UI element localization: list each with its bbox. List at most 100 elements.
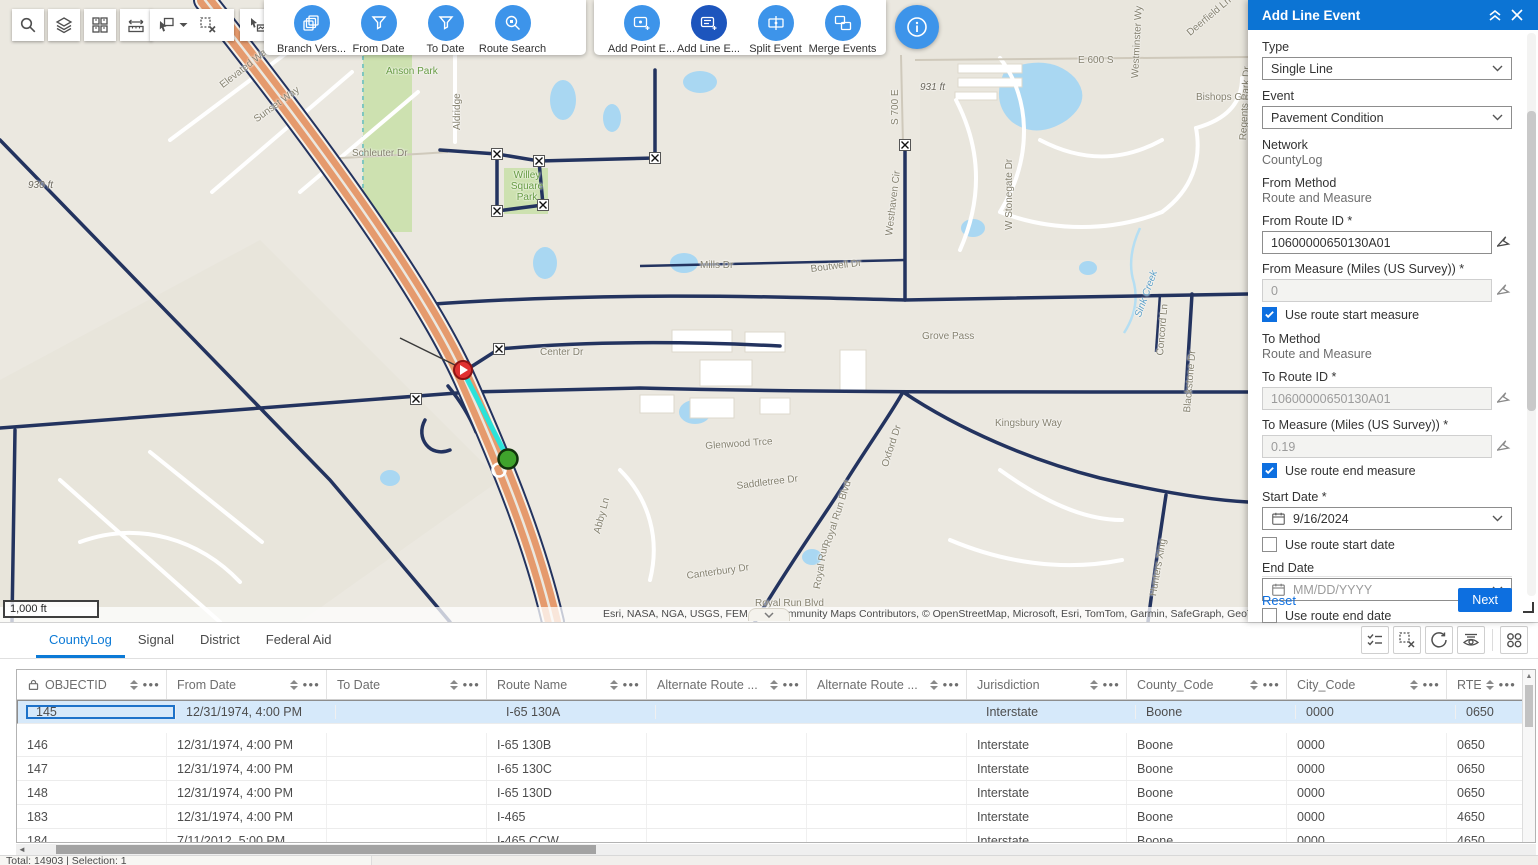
table-cell[interactable]: 12/31/1974, 4:00 PM — [167, 733, 327, 756]
table-row[interactable]: 14812/31/1974, 4:00 PM I-65 130D Interstat… — [17, 781, 1535, 805]
table-cell[interactable] — [807, 805, 967, 828]
split-event-button[interactable]: Split Event — [742, 5, 809, 55]
table-cell[interactable] — [807, 829, 967, 843]
layers-button[interactable] — [48, 9, 80, 41]
table-cell[interactable] — [327, 733, 487, 756]
sort-icon[interactable] — [610, 680, 618, 690]
refresh-button[interactable] — [1425, 626, 1453, 654]
column-header[interactable]: Alternate Route ...●●● — [807, 670, 967, 699]
pick-route-from-map-icon[interactable] — [1497, 235, 1512, 250]
sort-icon[interactable] — [1410, 680, 1418, 690]
tab-federal-aid[interactable]: Federal Aid — [253, 623, 345, 658]
toggle-columns-button[interactable] — [1457, 626, 1485, 654]
table-cell[interactable]: Interstate — [967, 829, 1127, 843]
close-panel-button[interactable] — [1506, 4, 1528, 26]
table-cell[interactable]: 148 — [17, 781, 167, 804]
column-header[interactable]: City_Code●●● — [1287, 670, 1447, 699]
clear-selection-button[interactable] — [192, 16, 224, 34]
table-cell[interactable]: 4650 — [1447, 829, 1523, 843]
table-cell[interactable]: 183 — [17, 805, 167, 828]
sort-icon[interactable] — [770, 680, 778, 690]
table-cell[interactable]: 0000 — [1296, 705, 1456, 719]
column-header[interactable]: Alternate Route ...●●● — [647, 670, 807, 699]
table-cell[interactable]: 0000 — [1287, 733, 1447, 756]
reset-button[interactable]: Reset — [1262, 593, 1296, 608]
to-route-id-input[interactable]: 10600000650130A01 — [1262, 387, 1492, 410]
table-cell[interactable]: I-465 CCW — [487, 829, 647, 843]
table-cell[interactable]: I-65 130C — [487, 757, 647, 780]
scroll-left-arrow[interactable]: ◄ — [16, 845, 28, 854]
from-measure-input[interactable]: 0 — [1262, 279, 1492, 302]
sort-icon[interactable] — [930, 680, 938, 690]
attribute-grid-button[interactable] — [1500, 626, 1528, 654]
table-cell[interactable]: 12/31/1974, 4:00 PM — [176, 705, 336, 719]
show-selection-button[interactable] — [1361, 626, 1389, 654]
table-cell[interactable]: 147 — [17, 757, 167, 780]
scrollbar-thumb[interactable] — [56, 845, 596, 854]
use-route-start-measure-checkbox[interactable]: Use route start measure — [1262, 307, 1512, 322]
pick-measure-from-map-icon[interactable] — [1497, 283, 1512, 298]
table-cell[interactable]: 0000 — [1287, 805, 1447, 828]
add-line-event-button[interactable]: Add Line E... — [675, 5, 742, 55]
table-cell[interactable]: I-65 130B — [487, 733, 647, 756]
search-button[interactable] — [12, 9, 44, 41]
sort-icon[interactable] — [1250, 680, 1258, 690]
table-cell[interactable] — [327, 781, 487, 804]
table-cell[interactable]: 0650 — [1456, 705, 1532, 719]
sort-icon[interactable] — [1090, 680, 1098, 690]
column-header[interactable]: RTEL●●● — [1447, 670, 1523, 699]
column-menu-icon[interactable]: ●●● — [1499, 680, 1517, 689]
column-header[interactable]: OBJECTID●●● — [17, 670, 167, 699]
table-cell[interactable]: Interstate — [967, 733, 1127, 756]
sort-icon[interactable] — [450, 680, 458, 690]
table-cell[interactable]: Boone — [1127, 829, 1287, 843]
pick-route-from-map-icon[interactable] — [1497, 391, 1512, 406]
select-button[interactable] — [150, 16, 192, 34]
table-row[interactable]: 14712/31/1974, 4:00 PMI-65 130CInterstat… — [17, 757, 1535, 781]
column-menu-icon[interactable]: ●●● — [143, 680, 161, 689]
table-cell[interactable]: Interstate — [976, 705, 1136, 719]
table-cell[interactable] — [647, 805, 807, 828]
column-header[interactable]: County_Code●●● — [1127, 670, 1287, 699]
table-cell[interactable]: Interstate — [967, 781, 1127, 804]
table-vertical-scrollbar[interactable]: ▲ — [1522, 670, 1535, 842]
table-cell[interactable]: 12/31/1974, 4:00 PM — [167, 781, 327, 804]
basemap-grid-button[interactable] — [84, 9, 116, 41]
use-route-end-measure-checkbox[interactable]: Use route end measure — [1262, 463, 1512, 478]
column-header[interactable]: To Date●●● — [327, 670, 487, 699]
event-select[interactable]: Pavement Condition — [1262, 106, 1512, 129]
table-cell[interactable]: 12/31/1974, 4:00 PM — [167, 805, 327, 828]
table-cell[interactable] — [807, 757, 967, 780]
table-cell[interactable]: 146 — [17, 733, 167, 756]
collapse-panel-button[interactable] — [1484, 4, 1506, 26]
panel-scrollbar[interactable] — [1527, 33, 1536, 596]
table-cell[interactable] — [327, 805, 487, 828]
table-cell[interactable] — [327, 829, 487, 843]
type-select[interactable]: Single Line — [1262, 57, 1512, 80]
table-row[interactable]: 14512/31/1974, 4:00 PMI-65 130AInterstat… — [17, 700, 1535, 724]
table-cell[interactable]: I-465 — [487, 805, 647, 828]
table-cell[interactable]: 0650 — [1447, 781, 1523, 804]
table-cell[interactable]: I-65 130D — [487, 781, 647, 804]
table-cell[interactable]: 0650 — [1447, 757, 1523, 780]
next-button[interactable]: Next — [1458, 588, 1512, 612]
table-cell[interactable] — [647, 757, 807, 780]
tab-signal[interactable]: Signal — [125, 623, 187, 658]
table-cell[interactable]: 0000 — [1287, 757, 1447, 780]
table-row[interactable]: 18312/31/1974, 4:00 PMI-465InterstateBoo… — [17, 805, 1535, 829]
clear-table-selection-button[interactable] — [1393, 626, 1421, 654]
map-canvas[interactable]: Elevated WaySunset WayAnson ParkAldridge… — [0, 0, 1248, 622]
table-cell[interactable]: Interstate — [967, 805, 1127, 828]
start-date-input[interactable]: 9/16/2024 — [1262, 507, 1512, 530]
table-cell[interactable] — [647, 829, 807, 843]
table-row[interactable]: 14612/31/1974, 4:00 PM I-65 130B Interstat… — [17, 733, 1535, 757]
table-cell[interactable]: Boone — [1136, 705, 1296, 719]
table-cell[interactable]: I-65 130A — [496, 705, 656, 719]
to-measure-input[interactable]: 0.19 — [1262, 435, 1492, 458]
column-menu-icon[interactable]: ●●● — [463, 680, 481, 689]
scrollbar-thumb[interactable] — [1527, 111, 1536, 411]
column-menu-icon[interactable]: ●●● — [1423, 680, 1441, 689]
from-route-id-input[interactable]: 10600000650130A01 — [1262, 231, 1492, 254]
merge-events-button[interactable]: Merge Events — [809, 5, 876, 55]
column-menu-icon[interactable]: ●●● — [1103, 680, 1121, 689]
